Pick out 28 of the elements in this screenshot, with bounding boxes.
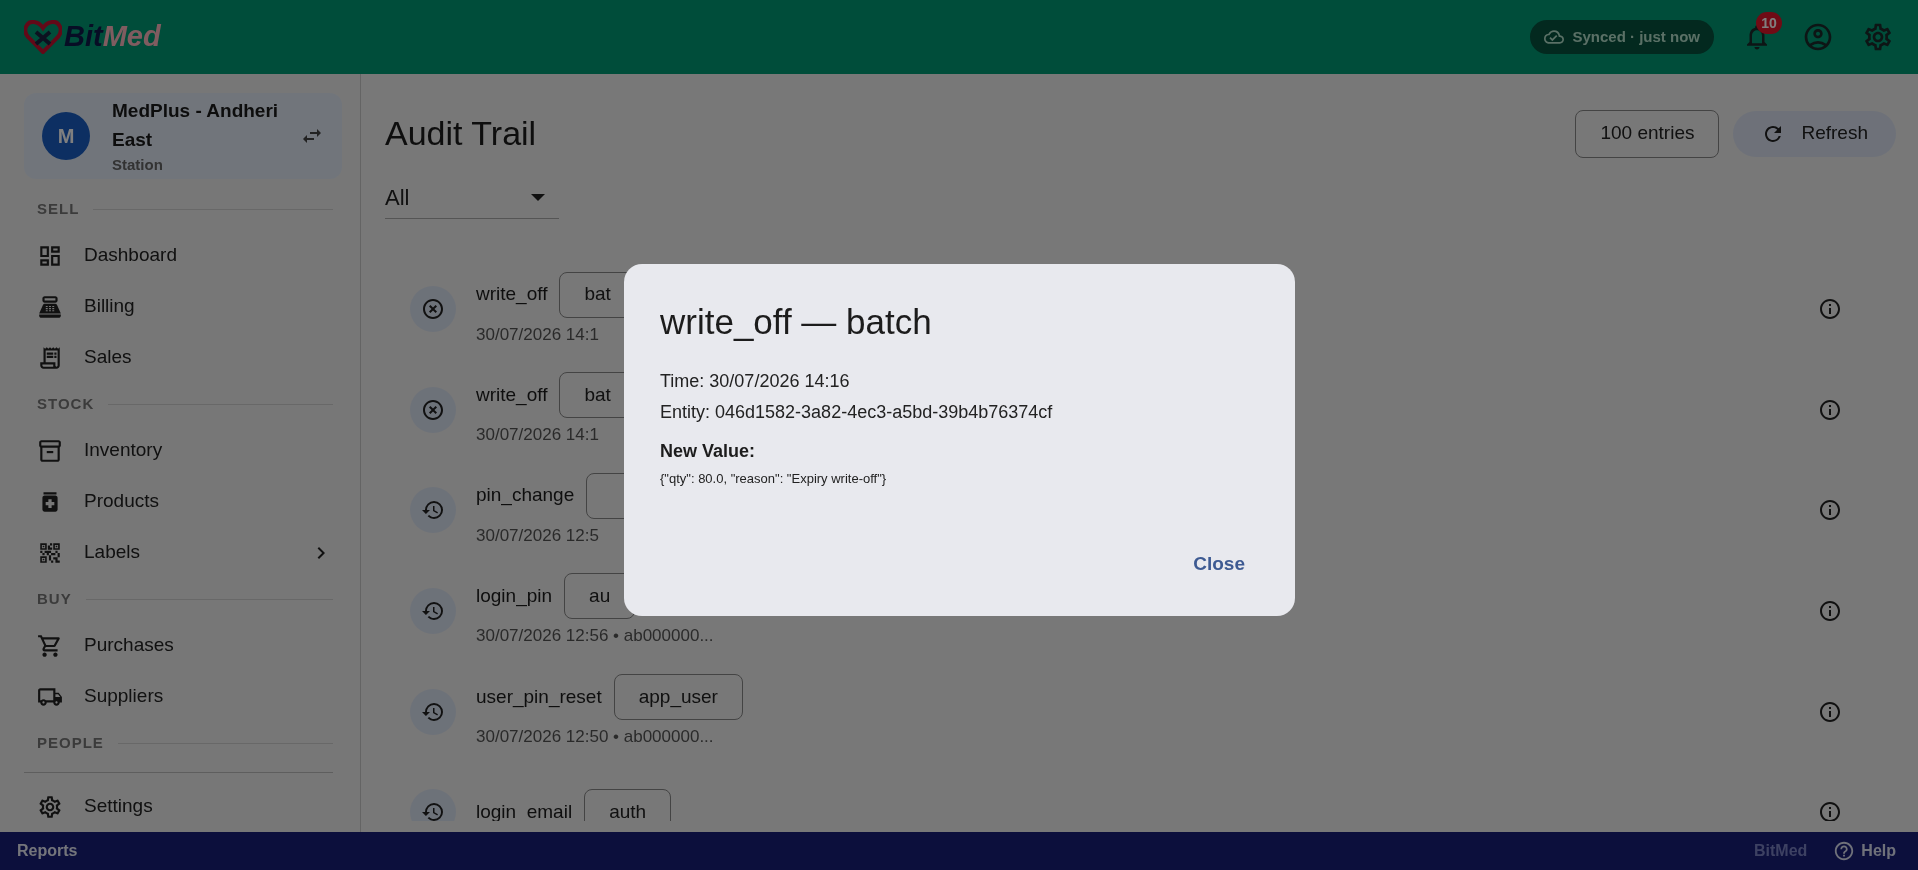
entry-meta: 30/07/2026 14:1	[476, 424, 599, 447]
section-label: BUY	[37, 588, 72, 609]
entity-tag: app_user	[613, 673, 743, 720]
detail-line: Time: 30/07/2026 14:16	[660, 370, 851, 393]
entries-count-chip: 100 entries	[1575, 109, 1720, 158]
dialog-title: write_off — batch	[660, 301, 933, 343]
entry-meta: 30/07/2026 12:56 • ab000000...	[476, 625, 714, 648]
entry-meta: 30/07/2026 12:5	[476, 524, 599, 547]
store-role: Station	[112, 154, 164, 175]
sync-status-chip: Synced · just now	[1530, 20, 1714, 54]
entry-meta: 30/07/2026 14:1	[476, 323, 599, 346]
section-label: SELL	[37, 198, 80, 219]
store-avatar: M	[42, 112, 90, 160]
action-name: write_off	[476, 382, 548, 408]
new-value-label: New Value:	[660, 440, 757, 463]
brand-logo-text: BitMed	[64, 19, 161, 55]
new-value-text: {"qty": 80.0, "reason": "Expiry write-off"}	[660, 470, 888, 488]
store-name: MedPlus - Andheri East	[112, 98, 280, 152]
page-title: Audit Trail	[385, 113, 537, 154]
entry-meta: 30/07/2026 12:50 • ab000000...	[476, 725, 714, 748]
action-name: pin_change	[476, 483, 575, 508]
detail-line: Entity: 046d1582-3a82-4ec3-a5bd-39b4b76374cf	[660, 401, 1054, 424]
section-label: STOCK	[37, 393, 95, 414]
notification-count-badge: 10	[1756, 12, 1782, 34]
action-name: write_off	[476, 282, 548, 307]
action-name: user_pin_reset	[476, 684, 602, 710]
action-name: login_pin	[476, 584, 553, 609]
section-label: PEOPLE	[37, 732, 104, 753]
